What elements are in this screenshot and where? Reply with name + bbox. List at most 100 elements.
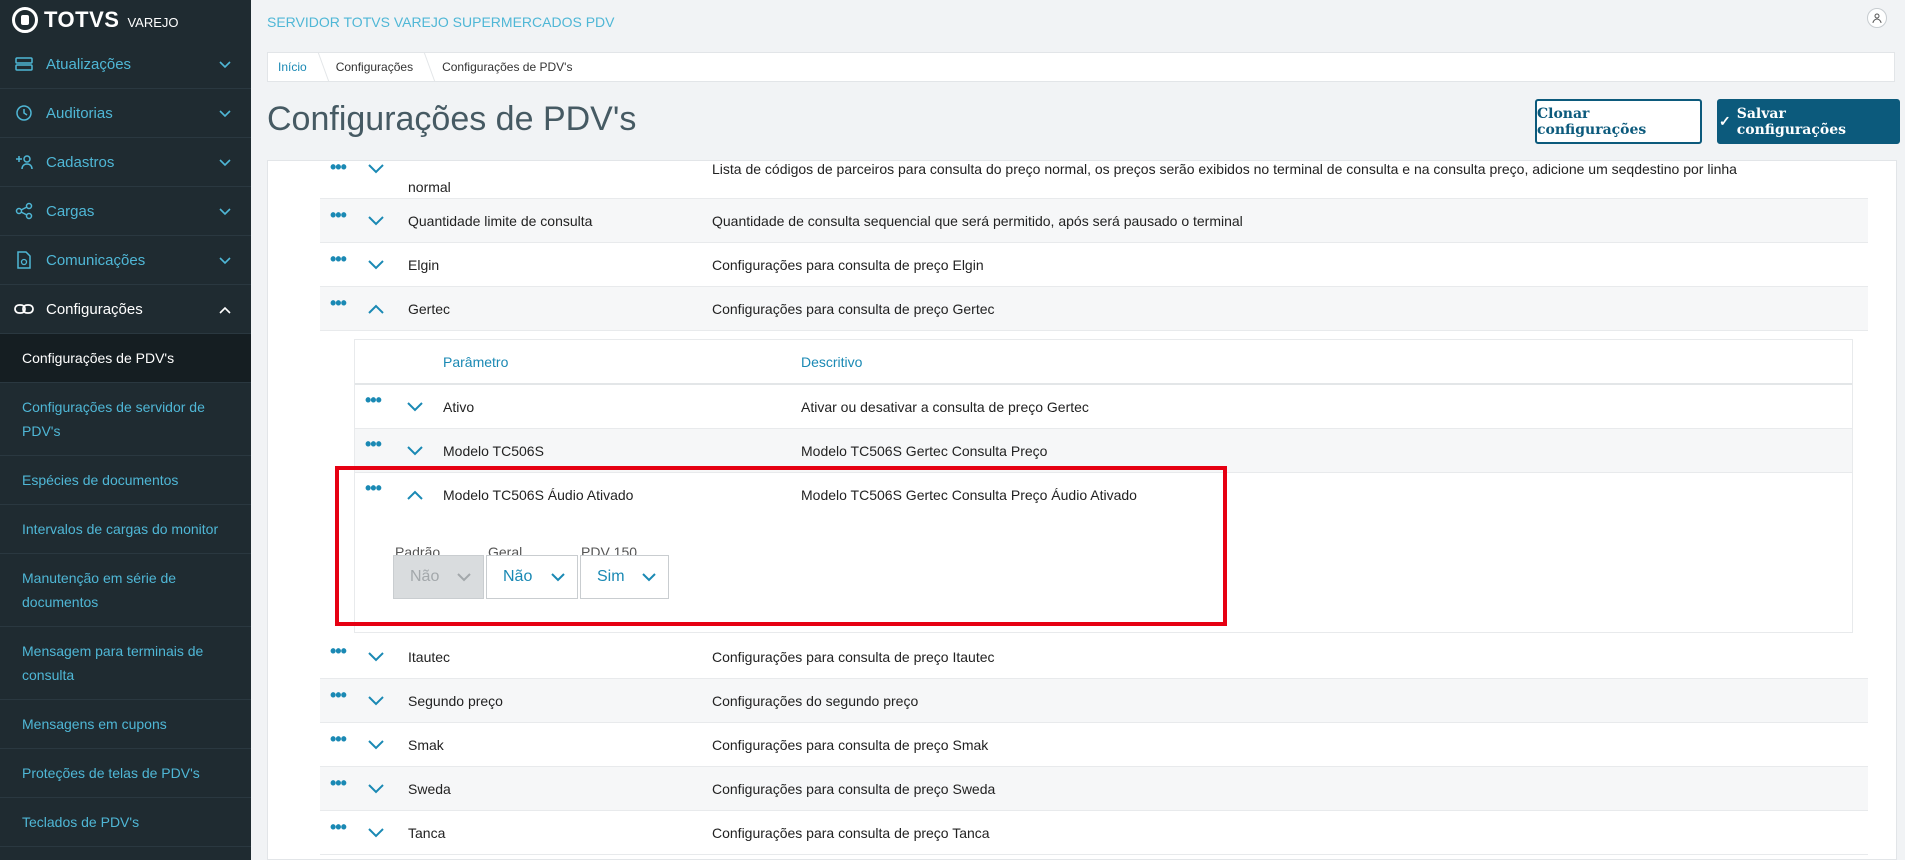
sidebar-item-label: Comunicações (46, 251, 146, 269)
chevron-down-icon[interactable] (407, 399, 423, 417)
table-row[interactable]: ••• Ativo Ativar ou desativar a consulta… (355, 385, 1852, 429)
sidebar-item-cargas[interactable]: Cargas (0, 187, 251, 236)
chevron-down-icon (219, 252, 231, 269)
logo[interactable]: TOTVS VAREJO (0, 0, 251, 40)
more-icon[interactable]: ••• (330, 161, 347, 178)
sidebar-item-cadastros[interactable]: Cadastros (0, 138, 251, 187)
chevron-up-icon (219, 301, 231, 318)
sidebar-subitem-config-servidor[interactable]: Configurações de servidor de PDV's (0, 383, 251, 456)
more-icon[interactable]: ••• (330, 685, 347, 706)
sidebar-item-atualizacoes[interactable]: Atualizações (0, 40, 251, 89)
list-item[interactable]: ••• Smak Configurações para consulta de … (320, 723, 1868, 767)
list-item[interactable]: ••• normal Lista de códigos de parceiros… (320, 161, 1868, 199)
brand-sub: VAREJO (127, 14, 179, 30)
subtable-header: Parâmetro Descritivo (355, 340, 1852, 385)
chevron-down-icon[interactable] (368, 649, 384, 667)
sidebar-item-label: Cargas (46, 202, 95, 220)
list-item[interactable]: ••• Tanca Configurações para consulta de… (320, 811, 1868, 855)
config-list-panel: ••• normal Lista de códigos de parceiros… (267, 160, 1897, 860)
sidebar-item-auditorias[interactable]: Auditorias (0, 89, 251, 138)
sidebar-subitem-mensagens-cupons[interactable]: Mensagens em cupons (0, 700, 251, 749)
param-desc: Lista de códigos de parceiros para consu… (712, 161, 1737, 177)
check-icon: ✓ (1719, 113, 1731, 130)
param-name: Elgin (408, 256, 440, 273)
main-content: SERVIDOR TOTVS VAREJO SUPERMERCADOS PDV … (251, 0, 1905, 860)
breadcrumb-configuracoes[interactable]: Configurações (326, 60, 427, 74)
param-name: Gertec (408, 300, 451, 317)
user-icon[interactable] (1867, 8, 1887, 28)
more-icon[interactable]: ••• (330, 817, 347, 838)
chevron-down-icon[interactable] (368, 693, 384, 711)
chevron-down-icon (219, 56, 231, 73)
server-title: SERVIDOR TOTVS VAREJO SUPERMERCADOS PDV (267, 14, 615, 30)
param-desc: Configurações para consulta de preço Tan… (712, 824, 990, 841)
list-item[interactable]: ••• Quantidade limite de consulta Quanti… (320, 199, 1868, 243)
page-title: Configurações de PDV's (267, 100, 637, 138)
chevron-down-icon[interactable] (368, 737, 384, 755)
param-name: Tanca (408, 824, 446, 841)
sidebar-subitem-mensagem-terminais[interactable]: Mensagem para terminais de consulta (0, 627, 251, 700)
document-icon (14, 250, 34, 270)
col-descritivo: Descritivo (801, 354, 863, 370)
param-name: normal (408, 179, 451, 195)
sidebar-item-label: Cadastros (46, 153, 115, 171)
chevron-down-icon[interactable] (368, 213, 384, 231)
param-name: Sweda (408, 780, 451, 797)
sidebar-subitem-manutencao[interactable]: Manutenção em série de documentos (0, 554, 251, 627)
more-icon[interactable]: ••• (365, 390, 382, 411)
param-name: Quantidade limite de consulta (408, 212, 593, 229)
chevron-down-icon[interactable] (368, 257, 384, 275)
col-parametro: Parâmetro (443, 354, 509, 370)
red-highlight-box (335, 466, 1227, 626)
param-desc: Configurações para consulta de preço Ger… (712, 300, 995, 317)
sidebar-subitem-configuracoes-pdv[interactable]: Configurações de PDV's (0, 334, 251, 383)
list-item[interactable]: ••• Itautec Configurações para consulta … (320, 635, 1868, 679)
sidebar-subitem-intervalos[interactable]: Intervalos de cargas do monitor (0, 505, 251, 554)
sidebar-item-label: Configurações (46, 300, 143, 318)
param-desc: Quantidade de consulta sequencial que se… (712, 212, 1243, 229)
breadcrumb-inicio[interactable]: Início (268, 60, 321, 74)
more-icon[interactable]: ••• (330, 249, 347, 270)
brand-name: TOTVS (44, 7, 120, 32)
param-desc: Configurações do segundo preço (712, 692, 919, 709)
list-item[interactable]: ••• Segundo preço Configurações do segun… (320, 679, 1868, 723)
list-item[interactable]: ••• Sweda Configurações para consulta de… (320, 767, 1868, 811)
clone-config-button[interactable]: Clonar configurações (1535, 99, 1702, 144)
param-desc: Configurações para consulta de preço Ita… (712, 648, 995, 665)
param-desc: Configurações para consulta de preço Swe… (712, 780, 996, 797)
param-desc: Ativar ou desativar a consulta de preço … (801, 399, 1089, 415)
sidebar-subitem-teclados[interactable]: Teclados de PDV's (0, 798, 251, 847)
list-item[interactable]: ••• Elgin Configurações para consulta de… (320, 243, 1868, 287)
more-icon[interactable]: ••• (330, 773, 347, 794)
more-icon[interactable]: ••• (330, 641, 347, 662)
chevron-down-icon (219, 154, 231, 171)
sidebar-item-label: Atualizações (46, 55, 132, 73)
chevron-down-icon[interactable] (368, 161, 384, 179)
sidebar-item-configuracoes[interactable]: Configurações (0, 285, 251, 334)
share-icon (14, 201, 34, 221)
more-icon[interactable]: ••• (330, 205, 347, 226)
save-config-label: Salvar configurações (1736, 105, 1847, 138)
chevron-down-icon[interactable] (368, 825, 384, 843)
sidebar-item-comunicacoes[interactable]: Comunicações (0, 236, 251, 285)
param-name: Itautec (408, 648, 451, 665)
more-icon[interactable]: ••• (330, 293, 347, 314)
server-icon (14, 54, 34, 74)
link-icon (14, 299, 34, 319)
breadcrumb-current: Configurações de PDV's (442, 60, 573, 74)
breadcrumb: Início Configurações Configurações de PD… (267, 52, 1895, 82)
save-config-button[interactable]: ✓ Salvar configurações (1717, 99, 1900, 144)
history-icon (14, 103, 34, 123)
more-icon[interactable]: ••• (330, 729, 347, 750)
sidebar-subitem-especies[interactable]: Espécies de documentos (0, 456, 251, 505)
totvs-logo-icon (12, 7, 38, 33)
param-name: Modelo TC506S (443, 443, 544, 459)
chevron-down-icon[interactable] (368, 781, 384, 799)
sidebar: TOTVS VAREJO Atualizações Auditorias Cad… (0, 0, 251, 860)
more-icon[interactable]: ••• (365, 434, 382, 455)
sidebar-subitem-protecoes[interactable]: Proteções de telas de PDV's (0, 749, 251, 798)
list-item[interactable]: ••• Gertec Configurações para consulta d… (320, 287, 1868, 331)
add-user-icon (14, 152, 34, 172)
chevron-up-icon[interactable] (368, 301, 384, 319)
chevron-down-icon[interactable] (407, 443, 423, 461)
